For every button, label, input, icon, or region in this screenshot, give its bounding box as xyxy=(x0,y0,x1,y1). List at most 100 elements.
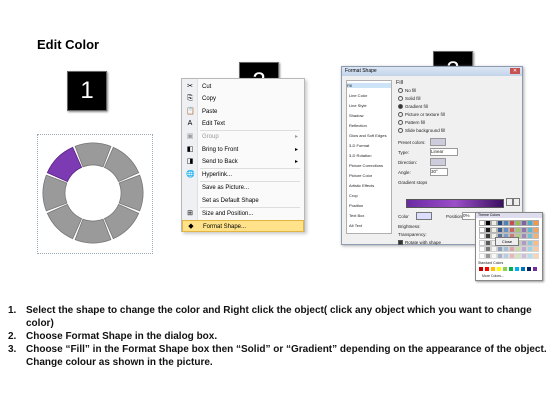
instruction-step: 2. Choose Format Shape in the dialog box. xyxy=(8,330,556,343)
ring-segment[interactable] xyxy=(46,203,83,240)
menu-item-set-as-default-shape[interactable]: Set as Default Shape xyxy=(182,195,304,207)
hyperlink-icon: 🌐 xyxy=(186,171,195,179)
ring-segment[interactable] xyxy=(74,142,112,168)
radio-icon xyxy=(398,88,403,94)
menu-item-edit-text[interactable]: A Edit Text xyxy=(182,118,304,130)
category-item[interactable]: 3-D Rotation xyxy=(349,153,371,158)
category-item[interactable]: Text Box xyxy=(349,213,364,218)
menu-item-send-to-back[interactable]: ◨ Send to Back ▸ xyxy=(182,156,304,168)
menu-item-bring-to-front[interactable]: ◧ Bring to Front ▸ xyxy=(182,144,304,156)
category-item[interactable]: Crop xyxy=(349,193,358,198)
standard-color-swatch[interactable] xyxy=(509,267,513,271)
fill-option-label: No fill xyxy=(405,88,417,93)
category-item[interactable]: Glow and Soft Edges xyxy=(349,133,387,138)
angle-field[interactable]: 30° xyxy=(430,168,448,176)
menu-item-label: Size and Position... xyxy=(202,211,254,217)
menu-item-save-as-picture[interactable]: Save as Picture... xyxy=(182,182,304,194)
menu-item-copy[interactable]: ⎘ Copy xyxy=(182,93,304,105)
menu-item-format-shape[interactable]: ◆ Format Shape... xyxy=(182,220,304,233)
menu-item-size-and-position[interactable]: ⊞ Size and Position... xyxy=(182,208,304,220)
segmented-ring-shape[interactable] xyxy=(36,136,150,250)
page-title: Edit Color xyxy=(37,37,100,52)
ring-segment[interactable] xyxy=(118,174,144,212)
gradient-stops-bar[interactable] xyxy=(406,199,504,208)
step-text: Select the shape to change the color and… xyxy=(26,305,532,329)
color-swatch[interactable] xyxy=(533,226,539,233)
fill-option-label: Gradient fill xyxy=(405,104,428,109)
position-label: Position: xyxy=(446,214,464,219)
color-swatch[interactable] xyxy=(533,233,539,239)
fill-option-label: Slide background fill xyxy=(405,128,446,133)
standard-color-swatch[interactable] xyxy=(485,267,489,271)
standard-color-swatch[interactable] xyxy=(503,267,507,271)
color-swatch[interactable] xyxy=(533,239,539,246)
category-item[interactable]: Position xyxy=(349,203,363,208)
fill-option-radio[interactable]: Gradient fill xyxy=(398,104,428,110)
ring-segment[interactable] xyxy=(103,146,140,183)
paste-icon: 📋 xyxy=(186,107,195,115)
format-shape-icon: ◆ xyxy=(188,223,194,231)
fill-option-label: Solid fill xyxy=(405,96,421,101)
close-icon[interactable]: ✕ xyxy=(510,68,520,74)
menu-item-paste[interactable]: 📋 Paste xyxy=(182,106,304,118)
submenu-arrow-icon: ▸ xyxy=(294,146,298,153)
category-item[interactable]: Shadow xyxy=(349,113,363,118)
menu-item-cut[interactable]: ✂ Cut xyxy=(182,81,304,93)
position-value: 0% xyxy=(463,213,470,218)
add-stop-button[interactable] xyxy=(506,198,513,206)
menu-item-hyperlink[interactable]: 🌐 Hyperlink... xyxy=(182,169,304,181)
ring-segment-selected[interactable] xyxy=(46,146,83,183)
brightness-label: Brightness: xyxy=(398,224,421,229)
menu-item-label: Set as Default Shape xyxy=(202,197,259,204)
standard-color-swatch[interactable] xyxy=(491,267,495,271)
standard-color-swatch[interactable] xyxy=(479,267,483,271)
ring-segment[interactable] xyxy=(42,174,68,212)
fill-option-radio[interactable]: Slide background fill xyxy=(398,128,446,134)
fill-option-radio[interactable]: Pattern fill xyxy=(398,120,425,126)
ring-segment[interactable] xyxy=(74,218,112,244)
menu-item-label: Group xyxy=(202,134,219,141)
radio-icon xyxy=(398,120,403,126)
category-item[interactable]: 3-D Format xyxy=(349,143,369,148)
standard-color-swatch[interactable] xyxy=(527,267,531,271)
menu-item-label: Bring to Front xyxy=(202,146,239,153)
category-item[interactable]: Artistic Effects xyxy=(349,183,374,188)
color-swatch[interactable] xyxy=(533,246,539,252)
more-colors-link[interactable]: More Colors... xyxy=(482,274,504,278)
type-value: Linear xyxy=(431,149,444,154)
category-item[interactable]: Line Color xyxy=(349,93,367,98)
radio-icon xyxy=(398,96,403,102)
color-picker-button[interactable] xyxy=(416,212,432,220)
menu-item-group[interactable]: ▣ Group ▸ xyxy=(182,131,304,143)
category-item[interactable]: Line Style xyxy=(349,103,367,108)
color-swatch[interactable] xyxy=(533,220,539,226)
category-item[interactable]: Reflection xyxy=(349,123,367,128)
standard-color-swatch[interactable] xyxy=(533,267,537,271)
rotate-with-shape-checkbox[interactable]: Rotate with shape xyxy=(398,240,441,246)
menu-item-label: Cut xyxy=(202,84,212,90)
fill-option-radio[interactable]: Picture or texture fill xyxy=(398,112,445,118)
category-item[interactable]: Picture Color xyxy=(349,173,372,178)
color-swatch[interactable] xyxy=(533,252,539,259)
standard-color-swatch[interactable] xyxy=(521,267,525,271)
fill-section-heading: Fill xyxy=(396,80,404,86)
radio-icon xyxy=(398,112,403,118)
menu-item-label: Send to Back xyxy=(202,158,238,165)
direction-dropdown[interactable] xyxy=(430,158,446,166)
category-item[interactable]: Alt Text xyxy=(349,223,362,228)
fill-option-radio[interactable]: No fill xyxy=(398,88,417,94)
context-menu: ✂ Cut ⎘ Copy 📋 Paste A Edit Text ▣ Group ▸ ◧ Bring t… xyxy=(181,78,305,233)
standard-color-swatch[interactable] xyxy=(497,267,501,271)
type-dropdown[interactable]: Linear xyxy=(430,148,458,156)
preset-dropdown[interactable] xyxy=(430,138,446,146)
fill-option-radio[interactable]: Solid fill xyxy=(398,96,421,102)
color-label: Color xyxy=(398,214,409,219)
close-button[interactable]: Close xyxy=(495,237,519,246)
category-item[interactable]: Picture Corrections xyxy=(349,163,383,168)
scissors-icon: ✂ xyxy=(187,83,193,90)
standard-color-swatch[interactable] xyxy=(515,267,519,271)
ring-segment[interactable] xyxy=(103,203,140,240)
category-item[interactable]: Fill xyxy=(347,83,391,88)
remove-stop-button[interactable] xyxy=(513,198,520,206)
step-number: 1. xyxy=(8,305,17,316)
